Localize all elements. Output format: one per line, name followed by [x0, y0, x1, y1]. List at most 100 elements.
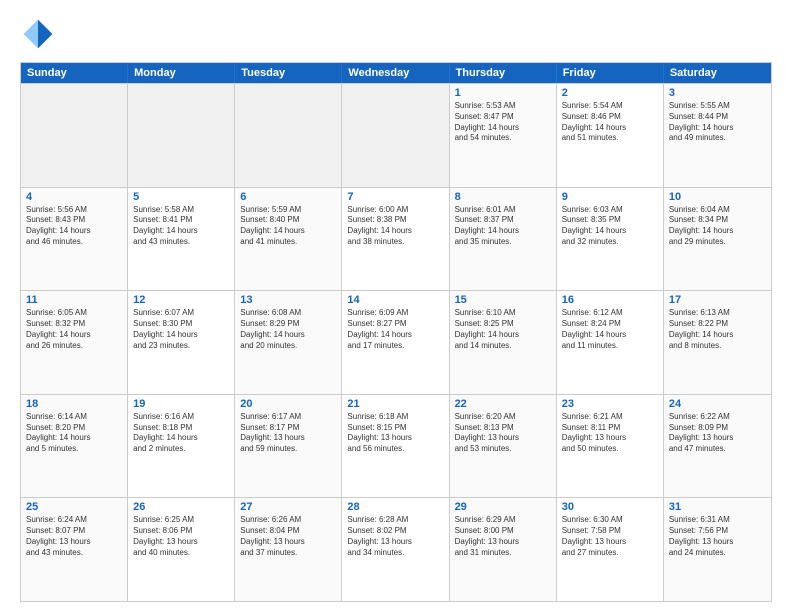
- cell-text: Sunrise: 5:58 AM Sunset: 8:41 PM Dayligh…: [133, 205, 229, 248]
- cal-week-2: 4 Sunrise: 5:56 AM Sunset: 8:43 PM Daylig…: [21, 187, 771, 291]
- cal-cell: 23 Sunrise: 6:21 AM Sunset: 8:11 PM Dayli…: [557, 395, 664, 498]
- day-number: 17: [669, 294, 766, 306]
- cal-week-1: 1 Sunrise: 5:53 AM Sunset: 8:47 PM Daylig…: [21, 83, 771, 187]
- day-number: 3: [669, 87, 766, 99]
- cell-text: Sunrise: 6:17 AM Sunset: 8:17 PM Dayligh…: [240, 412, 336, 455]
- day-number: 11: [26, 294, 122, 306]
- calendar: SundayMondayTuesdayWednesdayThursdayFrid…: [20, 62, 772, 602]
- day-number: 8: [455, 191, 551, 203]
- cell-text: Sunrise: 6:00 AM Sunset: 8:38 PM Dayligh…: [347, 205, 443, 248]
- cell-text: Sunrise: 6:09 AM Sunset: 8:27 PM Dayligh…: [347, 308, 443, 351]
- cal-cell: 15 Sunrise: 6:10 AM Sunset: 8:25 PM Dayli…: [450, 291, 557, 394]
- cal-cell: 19Sunrise: 6:16 AM Sunset: 8:18 PM Dayli…: [128, 395, 235, 498]
- day-number: 21: [347, 398, 443, 410]
- cal-cell: [235, 84, 342, 187]
- cal-week-3: 11 Sunrise: 6:05 AM Sunset: 8:32 PM Dayli…: [21, 290, 771, 394]
- cal-cell: 3 Sunrise: 5:55 AM Sunset: 8:44 PM Daylig…: [664, 84, 771, 187]
- cal-cell: 2Sunrise: 5:54 AM Sunset: 8:46 PM Daylig…: [557, 84, 664, 187]
- day-number: 23: [562, 398, 658, 410]
- cell-text: Sunrise: 6:03 AM Sunset: 8:35 PM Dayligh…: [562, 205, 658, 248]
- cell-text: Sunrise: 6:21 AM Sunset: 8:11 PM Dayligh…: [562, 412, 658, 455]
- cal-cell: [128, 84, 235, 187]
- cell-text: Sunrise: 6:25 AM Sunset: 8:06 PM Dayligh…: [133, 515, 229, 558]
- day-number: 27: [240, 501, 336, 513]
- cell-text: Sunrise: 6:05 AM Sunset: 8:32 PM Dayligh…: [26, 308, 122, 351]
- day-number: 31: [669, 501, 766, 513]
- cell-text: Sunrise: 6:12 AM Sunset: 8:24 PM Dayligh…: [562, 308, 658, 351]
- cal-cell: 8 Sunrise: 6:01 AM Sunset: 8:37 PM Daylig…: [450, 188, 557, 291]
- cell-text: Sunrise: 6:13 AM Sunset: 8:22 PM Dayligh…: [669, 308, 766, 351]
- day-number: 5: [133, 191, 229, 203]
- day-number: 6: [240, 191, 336, 203]
- cell-text: Sunrise: 5:56 AM Sunset: 8:43 PM Dayligh…: [26, 205, 122, 248]
- cal-cell: 20 Sunrise: 6:17 AM Sunset: 8:17 PM Dayli…: [235, 395, 342, 498]
- day-number: 1: [455, 87, 551, 99]
- cal-cell: 30Sunrise: 6:30 AM Sunset: 7:58 PM Dayli…: [557, 498, 664, 601]
- day-number: 4: [26, 191, 122, 203]
- cal-header-tuesday: Tuesday: [235, 63, 342, 83]
- cell-text: Sunrise: 6:18 AM Sunset: 8:15 PM Dayligh…: [347, 412, 443, 455]
- cal-cell: 7 Sunrise: 6:00 AM Sunset: 8:38 PM Daylig…: [342, 188, 449, 291]
- cell-text: Sunrise: 6:26 AM Sunset: 8:04 PM Dayligh…: [240, 515, 336, 558]
- cell-text: Sunrise: 6:31 AM Sunset: 7:56 PM Dayligh…: [669, 515, 766, 558]
- cell-text: Sunrise: 5:59 AM Sunset: 8:40 PM Dayligh…: [240, 205, 336, 248]
- page: SundayMondayTuesdayWednesdayThursdayFrid…: [0, 0, 792, 612]
- header: [20, 16, 772, 52]
- cell-text: Sunrise: 6:07 AM Sunset: 8:30 PM Dayligh…: [133, 308, 229, 351]
- day-number: 19: [133, 398, 229, 410]
- cal-header-monday: Monday: [128, 63, 235, 83]
- cell-text: Sunrise: 5:53 AM Sunset: 8:47 PM Dayligh…: [455, 101, 551, 144]
- cal-cell: 29Sunrise: 6:29 AM Sunset: 8:00 PM Dayli…: [450, 498, 557, 601]
- cal-cell: 25 Sunrise: 6:24 AM Sunset: 8:07 PM Dayli…: [21, 498, 128, 601]
- day-number: 28: [347, 501, 443, 513]
- cal-cell: 11 Sunrise: 6:05 AM Sunset: 8:32 PM Dayli…: [21, 291, 128, 394]
- day-number: 2: [562, 87, 658, 99]
- cal-cell: 28Sunrise: 6:28 AM Sunset: 8:02 PM Dayli…: [342, 498, 449, 601]
- day-number: 13: [240, 294, 336, 306]
- cal-cell: 6 Sunrise: 5:59 AM Sunset: 8:40 PM Daylig…: [235, 188, 342, 291]
- day-number: 25: [26, 501, 122, 513]
- cal-cell: 10Sunrise: 6:04 AM Sunset: 8:34 PM Dayli…: [664, 188, 771, 291]
- cal-header-wednesday: Wednesday: [342, 63, 449, 83]
- cal-cell: 21 Sunrise: 6:18 AM Sunset: 8:15 PM Dayli…: [342, 395, 449, 498]
- cal-header-thursday: Thursday: [450, 63, 557, 83]
- calendar-body: 1 Sunrise: 5:53 AM Sunset: 8:47 PM Daylig…: [21, 83, 771, 601]
- cell-text: Sunrise: 6:01 AM Sunset: 8:37 PM Dayligh…: [455, 205, 551, 248]
- cal-cell: 5 Sunrise: 5:58 AM Sunset: 8:41 PM Daylig…: [128, 188, 235, 291]
- day-number: 15: [455, 294, 551, 306]
- cal-cell: 4 Sunrise: 5:56 AM Sunset: 8:43 PM Daylig…: [21, 188, 128, 291]
- day-number: 14: [347, 294, 443, 306]
- cal-cell: 17 Sunrise: 6:13 AM Sunset: 8:22 PM Dayli…: [664, 291, 771, 394]
- cell-text: Sunrise: 6:22 AM Sunset: 8:09 PM Dayligh…: [669, 412, 766, 455]
- cal-cell: 12 Sunrise: 6:07 AM Sunset: 8:30 PM Dayli…: [128, 291, 235, 394]
- day-number: 29: [455, 501, 551, 513]
- cell-text: Sunrise: 6:08 AM Sunset: 8:29 PM Dayligh…: [240, 308, 336, 351]
- day-number: 16: [562, 294, 658, 306]
- day-number: 18: [26, 398, 122, 410]
- day-number: 26: [133, 501, 229, 513]
- day-number: 12: [133, 294, 229, 306]
- logo: [20, 16, 60, 52]
- cal-cell: 18Sunrise: 6:14 AM Sunset: 8:20 PM Dayli…: [21, 395, 128, 498]
- day-number: 9: [562, 191, 658, 203]
- cal-cell: 27 Sunrise: 6:26 AM Sunset: 8:04 PM Dayli…: [235, 498, 342, 601]
- cal-header-friday: Friday: [557, 63, 664, 83]
- cal-cell: 16 Sunrise: 6:12 AM Sunset: 8:24 PM Dayli…: [557, 291, 664, 394]
- cell-text: Sunrise: 6:20 AM Sunset: 8:13 PM Dayligh…: [455, 412, 551, 455]
- day-number: 30: [562, 501, 658, 513]
- cal-week-4: 18Sunrise: 6:14 AM Sunset: 8:20 PM Dayli…: [21, 394, 771, 498]
- cell-text: Sunrise: 5:55 AM Sunset: 8:44 PM Dayligh…: [669, 101, 766, 144]
- day-number: 22: [455, 398, 551, 410]
- cal-header-sunday: Sunday: [21, 63, 128, 83]
- cal-cell: 1 Sunrise: 5:53 AM Sunset: 8:47 PM Daylig…: [450, 84, 557, 187]
- day-number: 7: [347, 191, 443, 203]
- day-number: 20: [240, 398, 336, 410]
- day-number: 24: [669, 398, 766, 410]
- logo-icon: [20, 16, 56, 52]
- cal-cell: 26 Sunrise: 6:25 AM Sunset: 8:06 PM Dayli…: [128, 498, 235, 601]
- cell-text: Sunrise: 6:24 AM Sunset: 8:07 PM Dayligh…: [26, 515, 122, 558]
- cal-cell: 24 Sunrise: 6:22 AM Sunset: 8:09 PM Dayli…: [664, 395, 771, 498]
- cell-text: Sunrise: 6:10 AM Sunset: 8:25 PM Dayligh…: [455, 308, 551, 351]
- cal-cell: [21, 84, 128, 187]
- cal-cell: 31 Sunrise: 6:31 AM Sunset: 7:56 PM Dayli…: [664, 498, 771, 601]
